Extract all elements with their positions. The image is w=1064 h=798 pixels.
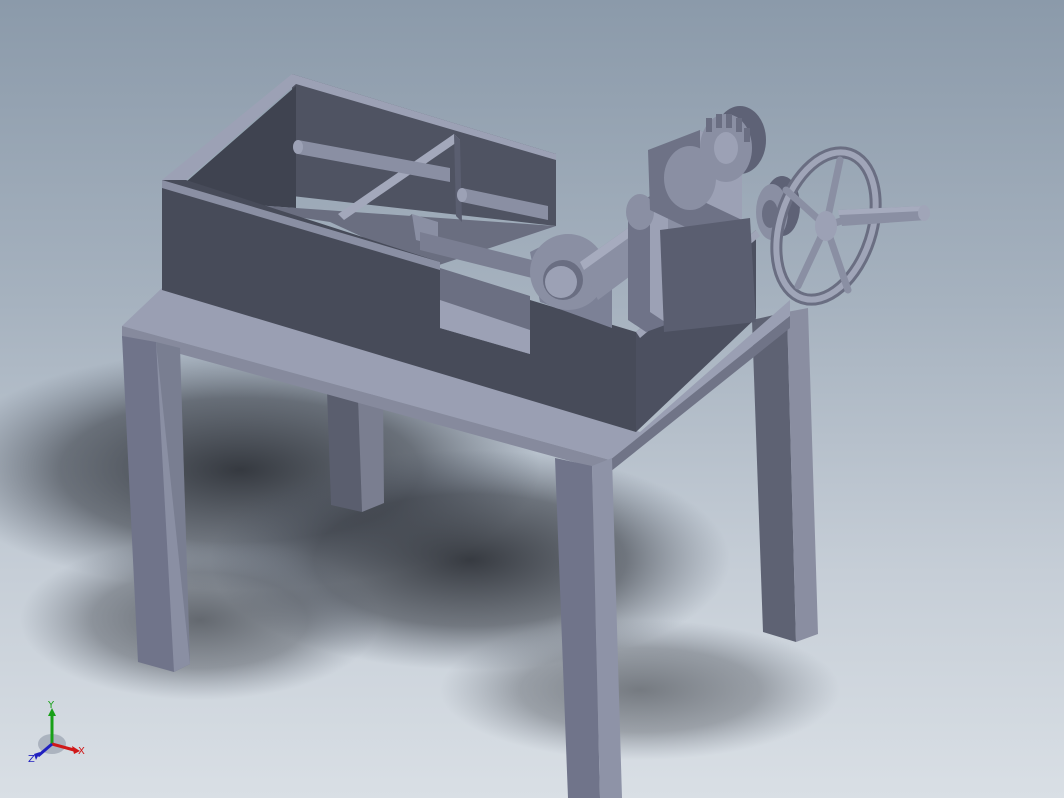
model-assembly[interactable] <box>0 0 1064 798</box>
handwheel <box>770 146 882 306</box>
z-axis-label: Z <box>28 754 35 765</box>
x-axis-label: X <box>78 746 85 757</box>
back-leg-right <box>752 308 818 642</box>
crank-handle <box>838 205 930 226</box>
y-axis-label: Y <box>47 700 55 711</box>
spur-gear <box>700 106 766 182</box>
view-triad[interactable]: Y X Z <box>22 700 92 770</box>
graphics-viewport[interactable]: Y X Z <box>0 0 1064 798</box>
back-leg-left <box>327 390 384 512</box>
